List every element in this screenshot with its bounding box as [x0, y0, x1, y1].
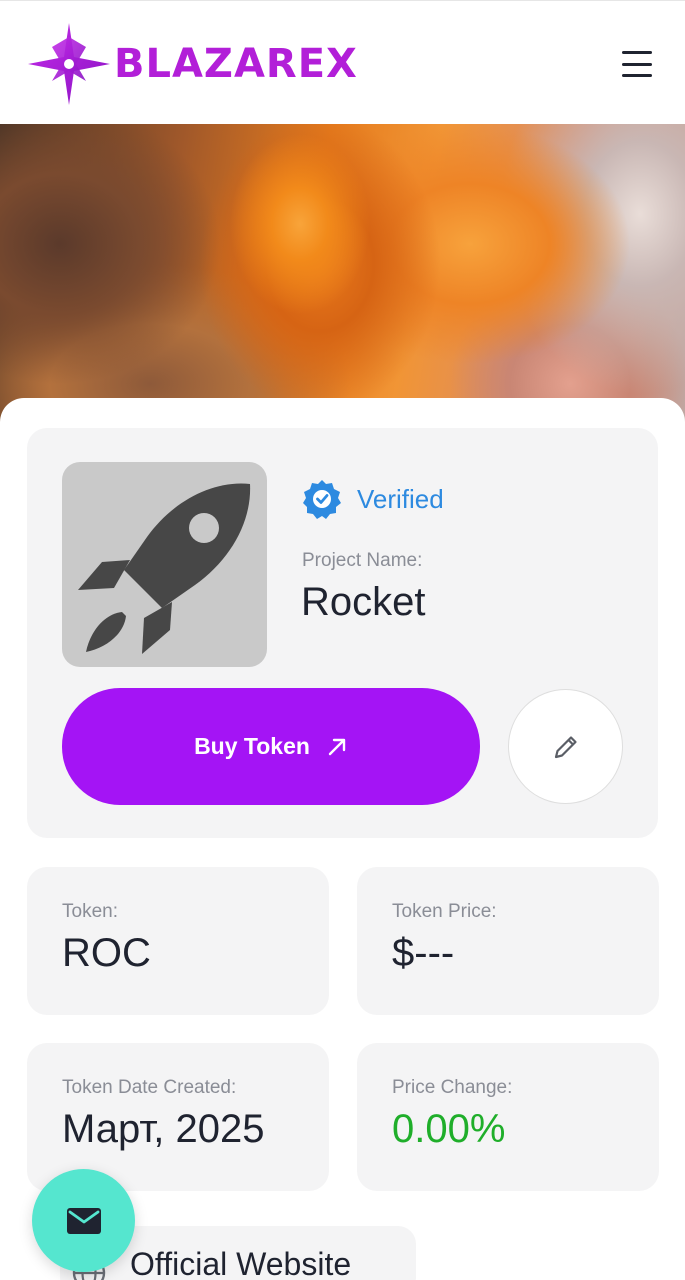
star-logo-icon: [28, 23, 110, 105]
token-value: ROC: [62, 931, 151, 975]
project-banner-image: [0, 124, 685, 424]
token-label: Token:: [62, 901, 118, 922]
project-name: Rocket: [301, 580, 426, 624]
pencil-icon: [554, 735, 577, 758]
verified-label: Verified: [357, 483, 444, 514]
price-change-value: 0.00%: [392, 1107, 506, 1151]
top-header: BLAZAREX: [0, 0, 685, 124]
official-website-label[interactable]: Official Website: [130, 1246, 351, 1280]
edit-button[interactable]: [508, 689, 623, 804]
contact-mail-button[interactable]: [32, 1169, 135, 1272]
token-card: Token: ROC: [27, 867, 329, 1015]
token-price-card: Token Price: $---: [357, 867, 659, 1015]
token-date-card: Token Date Created: Март, 2025: [27, 1043, 329, 1191]
price-change-card: Price Change: 0.00%: [357, 1043, 659, 1191]
price-change-label: Price Change:: [392, 1077, 513, 1098]
brand-logo[interactable]: BLAZAREX: [28, 23, 358, 105]
token-price-value: $---: [392, 931, 455, 975]
hamburger-menu-icon[interactable]: [622, 51, 652, 77]
project-name-label: Project Name:: [302, 550, 423, 571]
token-date-value: Март, 2025: [62, 1107, 265, 1151]
rocket-icon: [78, 483, 251, 654]
mail-icon: [66, 1207, 101, 1234]
arrow-up-right-icon: [328, 738, 346, 755]
token-price-label: Token Price:: [392, 901, 497, 922]
brand-name: BLAZAREX: [114, 41, 358, 87]
verified-status: Verified: [301, 478, 444, 520]
verified-badge-icon: [303, 480, 341, 519]
buy-token-button[interactable]: Buy Token: [62, 688, 480, 805]
buy-token-label: Buy Token: [194, 733, 310, 759]
token-date-label: Token Date Created:: [62, 1077, 237, 1098]
project-avatar: [62, 462, 267, 667]
